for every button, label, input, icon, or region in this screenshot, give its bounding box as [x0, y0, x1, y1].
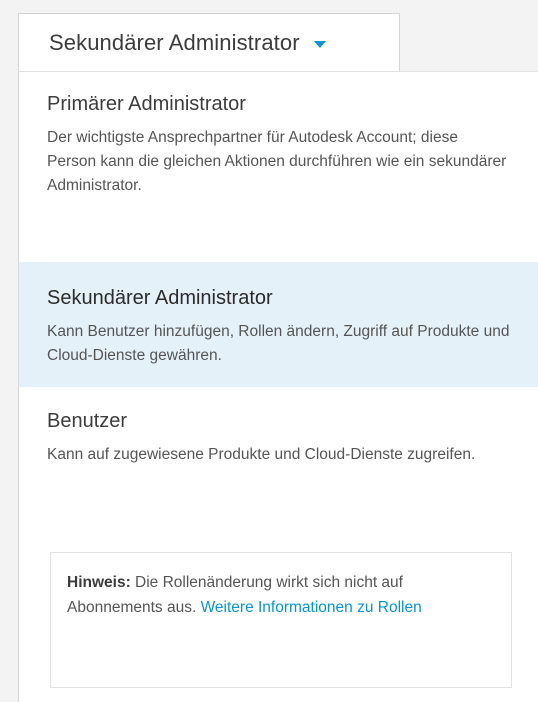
option-title: Sekundärer Administrator: [47, 287, 273, 309]
option-description: Kann Benutzer hinzufügen, Rollen ändern,…: [47, 323, 510, 364]
option-primary-administrator[interactable]: Primärer Administrator Der wichtigste An…: [19, 72, 538, 262]
role-dropdown-selected-label: Sekundärer Administrator: [49, 29, 300, 55]
role-dropdown-menu: Primärer Administrator Der wichtigste An…: [18, 71, 538, 702]
note-label: Hinweis:: [67, 574, 131, 591]
option-title: Benutzer: [47, 410, 128, 432]
option-secondary-administrator[interactable]: Sekundärer Administrator Kann Benutzer h…: [19, 262, 538, 387]
option-description: Der wichtigste Ansprechpartner für Autod…: [47, 129, 507, 194]
role-dropdown[interactable]: Sekundärer Administrator: [18, 13, 400, 71]
caret-down-icon[interactable]: [313, 40, 326, 48]
roles-info-link[interactable]: Weitere Informationen zu Rollen: [201, 599, 422, 616]
role-change-note: Hinweis: Die Rollenänderung wirkt sich n…: [50, 552, 512, 688]
role-selector-page: Sekundärer Administrator Primärer Admini…: [0, 0, 538, 702]
option-user[interactable]: Benutzer Kann auf zugewiesene Produkte u…: [19, 387, 538, 497]
option-title: Primärer Administrator: [47, 93, 246, 115]
option-description: Kann auf zugewiesene Produkte und Cloud-…: [47, 446, 476, 463]
